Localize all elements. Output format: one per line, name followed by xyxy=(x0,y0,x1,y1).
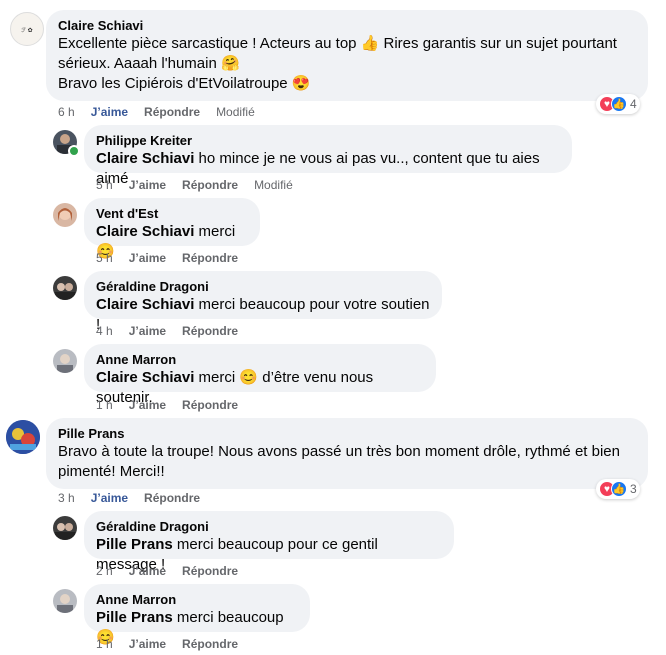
mention-link[interactable]: Claire Schiavi xyxy=(96,369,194,386)
svg-text:ℱ ✿: ℱ ✿ xyxy=(21,27,32,34)
reaction-summary[interactable]: ♥ 👍 4 xyxy=(596,94,640,114)
reply-actions: 5 h J’aime Répondre Modifié xyxy=(96,178,293,192)
reply-actions: 5 h J’aime Répondre xyxy=(96,251,238,265)
reply-bubble: Géraldine Dragoni Pille Prans merci beau… xyxy=(84,511,454,573)
timestamp[interactable]: 5 h xyxy=(96,178,113,192)
reply-author[interactable]: Vent d'Est xyxy=(96,206,248,222)
comment-bubble: Pille Prans Bravo à toute la troupe! Nou… xyxy=(46,418,648,489)
thumbs-up-icon: 👍 xyxy=(611,481,627,497)
comment-claire-schiavi: ℱ ✿ Claire Schiavi Excellente pièce sarc… xyxy=(0,0,666,655)
reaction-summary[interactable]: ♥ 👍 3 xyxy=(596,479,640,499)
avatar[interactable] xyxy=(6,420,40,454)
reply-actions: 1 h J’aime Répondre xyxy=(96,637,238,651)
avatar[interactable] xyxy=(53,589,77,613)
reply-button[interactable]: Répondre xyxy=(182,564,238,578)
mention-link[interactable]: Pille Prans xyxy=(96,609,173,626)
thumbs-up-icon: 👍 xyxy=(611,96,627,112)
like-button[interactable]: J’aime xyxy=(129,398,166,412)
avatar[interactable] xyxy=(53,516,77,540)
person-icon xyxy=(55,523,75,540)
person-icon xyxy=(57,594,73,613)
reply-bubble: Vent d'Est Claire Schiavi merci 😊 xyxy=(84,198,260,260)
timestamp[interactable]: 4 h xyxy=(96,324,113,338)
comment-text-line-3: Bravo les Cipiérois d'EtVoilatroupe 😍 xyxy=(58,75,311,92)
like-button[interactable]: J’aime xyxy=(91,105,128,119)
reply-author[interactable]: Géraldine Dragoni xyxy=(96,279,430,295)
reaction-count: 4 xyxy=(630,97,637,111)
reply-button[interactable]: Répondre xyxy=(182,324,238,338)
avatar[interactable]: ℱ ✿ xyxy=(10,12,44,46)
like-button[interactable]: J’aime xyxy=(129,251,166,265)
like-button[interactable]: J’aime xyxy=(129,324,166,338)
reply-button[interactable]: Répondre xyxy=(182,251,238,265)
reply-bubble: Philippe Kreiter Claire Schiavi ho mince… xyxy=(84,125,572,187)
reply-author[interactable]: Philippe Kreiter xyxy=(96,133,560,149)
timestamp[interactable]: 5 h xyxy=(96,251,113,265)
timestamp[interactable]: 1 h xyxy=(96,637,113,651)
reply-button[interactable]: Répondre xyxy=(144,105,200,119)
reply-actions: 1 h J’aime Répondre xyxy=(96,398,238,412)
reply-bubble: Géraldine Dragoni Claire Schiavi merci b… xyxy=(84,271,442,333)
reply-actions: 4 h J’aime Répondre xyxy=(96,324,238,338)
timestamp[interactable]: 3 h xyxy=(58,491,75,505)
like-button[interactable]: J’aime xyxy=(129,564,166,578)
comment-actions: 6 h J’aime Répondre Modifié xyxy=(58,105,255,119)
person-icon xyxy=(55,283,75,300)
comment-text-line-2: pimenté! Merci!! xyxy=(58,463,165,480)
avatar[interactable] xyxy=(53,349,77,373)
reply-button[interactable]: Répondre xyxy=(182,178,238,192)
like-button[interactable]: J’aime xyxy=(129,178,166,192)
timestamp[interactable]: 1 h xyxy=(96,398,113,412)
reply-button[interactable]: Répondre xyxy=(182,398,238,412)
modified-label: Modifié xyxy=(216,105,255,119)
person-icon xyxy=(58,208,72,221)
avatar[interactable] xyxy=(53,203,77,227)
reply-author[interactable]: Anne Marron xyxy=(96,352,424,368)
reply-button[interactable]: Répondre xyxy=(182,637,238,651)
like-button[interactable]: J’aime xyxy=(91,491,128,505)
timestamp[interactable]: 2 h xyxy=(96,564,113,578)
person-icon xyxy=(57,354,73,373)
comment-text-line-1: Bravo à toute la troupe! Nous avons pass… xyxy=(58,443,620,460)
artwork-icon xyxy=(6,420,40,454)
like-button[interactable]: J’aime xyxy=(129,637,166,651)
reply-bubble: Anne Marron Pille Prans merci beaucoup 😊 xyxy=(84,584,310,646)
reply-actions: 2 h J’aime Répondre xyxy=(96,564,238,578)
comment-author[interactable]: Claire Schiavi xyxy=(58,18,636,34)
comment-author[interactable]: Pille Prans xyxy=(58,426,636,442)
comment-bubble: Claire Schiavi Excellente pièce sarcasti… xyxy=(46,10,648,101)
mention-link[interactable]: Pille Prans xyxy=(96,536,173,553)
mention-link[interactable]: Claire Schiavi xyxy=(96,296,194,313)
timestamp[interactable]: 6 h xyxy=(58,105,75,119)
comment-text-line-2: sérieux. Aaaah l'humain 🤗 xyxy=(58,55,240,72)
reply-button[interactable]: Répondre xyxy=(144,491,200,505)
reply-author[interactable]: Anne Marron xyxy=(96,592,298,608)
comment-text-line-1: Excellente pièce sarcastique ! Acteurs a… xyxy=(58,35,617,52)
logo-icon: ℱ ✿ xyxy=(21,27,32,34)
online-status-indicator xyxy=(68,145,80,157)
mention-link[interactable]: Claire Schiavi xyxy=(96,223,194,240)
modified-label: Modifié xyxy=(254,178,293,192)
avatar[interactable] xyxy=(53,276,77,300)
comment-actions: 3 h J’aime Répondre xyxy=(58,491,200,505)
reply-author[interactable]: Géraldine Dragoni xyxy=(96,519,442,535)
mention-link[interactable]: Claire Schiavi xyxy=(96,150,194,167)
reply-bubble: Anne Marron Claire Schiavi merci 😊 d’êtr… xyxy=(84,344,436,406)
reaction-count: 3 xyxy=(630,482,637,496)
